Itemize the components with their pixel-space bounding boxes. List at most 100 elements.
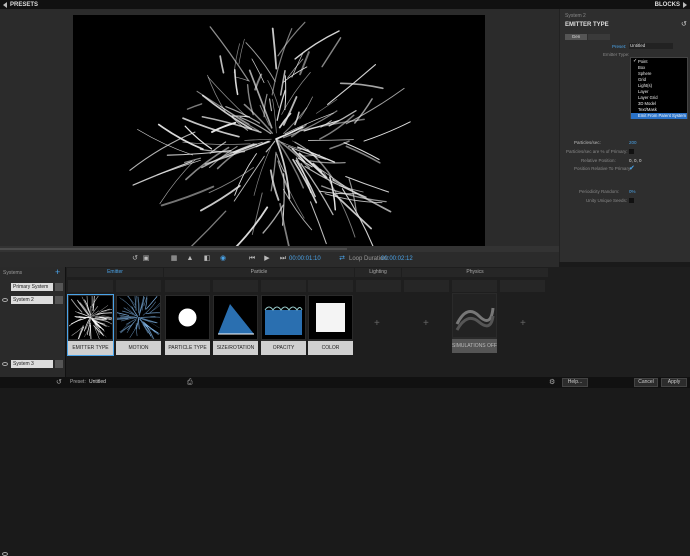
systems-panel: Systems + Primary System System 2 System… [0,267,66,377]
eye-icon[interactable]: ◉ [219,255,227,263]
particle-streak [283,189,311,229]
particle-streak [235,154,257,196]
preset-label: Preset: [70,377,86,388]
add-block-icon[interactable]: + [520,318,526,329]
add-block-icon[interactable]: + [374,318,380,329]
preset-name[interactable]: Untitled [89,377,106,388]
particle-streak [278,140,310,168]
column-lighting[interactable]: Lighting [355,268,401,277]
system-row-2-menu[interactable] [55,296,63,304]
column-emitter[interactable]: Emitter [67,268,163,277]
apply-button[interactable]: Apply [661,378,687,387]
block-slot[interactable] [213,280,258,292]
system-row-primary-menu[interactable] [55,283,63,291]
system-row-3[interactable]: System 3 [11,360,53,368]
add-block-icon[interactable]: + [423,318,429,329]
particle-streak [120,298,133,309]
block-slot[interactable] [165,280,210,292]
column-physics[interactable]: Physics [402,268,548,277]
particle-streak [333,180,391,212]
particle-streak [197,91,249,124]
column-particle[interactable]: Particle [164,268,354,277]
block-slot[interactable] [261,280,306,292]
emitter-type-option[interactable]: Layer [631,89,687,95]
skip-end-icon[interactable]: ⏭ [279,255,287,263]
particle-streak [308,140,353,141]
particle-streak [136,296,137,310]
emitter-type-option-label: Grid [638,77,646,82]
block-slot[interactable] [500,280,545,292]
emitter-type-option[interactable]: Layer Grid [631,95,687,101]
periodicity-value[interactable]: 0% [629,189,636,194]
emitter-type-option-label: Layer Grid [638,95,658,100]
emitter-type-option[interactable]: Point✓ [631,59,687,65]
preview-viewport[interactable] [73,15,485,247]
color-block[interactable]: COLOR [308,295,353,355]
particle-streak [185,158,201,162]
snapshot-icon[interactable]: ▣ [142,255,150,263]
system-row-2[interactable]: System 2 [11,296,53,304]
block-slot[interactable] [308,280,353,292]
emitter-type-option[interactable]: Sphere [631,71,687,77]
settings-gear-icon[interactable]: ⚙ [549,377,555,388]
position-relative-checkbox[interactable]: ✔ [629,164,635,172]
grid-icon[interactable]: ▦ [170,255,178,263]
block-slot[interactable] [404,280,449,292]
blocks-title[interactable]: BLOCKS [655,2,680,8]
visibility-eye-icon[interactable] [2,552,8,556]
particle-type-block[interactable]: PARTICLE TYPE [165,295,210,355]
emitter-type-option[interactable]: Text/Mask [631,107,687,113]
view-mode-icon[interactable]: ▲ [186,255,194,263]
visibility-eye-icon[interactable] [2,298,8,302]
reset-icon[interactable]: ↺ [131,255,139,263]
emitter-type-option[interactable]: Emit From Parent System [631,113,687,119]
particle-streak [273,29,277,69]
collapse-blocks-icon[interactable] [683,2,687,8]
emitter-type-dropdown[interactable]: Point✓BoxSphereGridLight(s)LayerLayer Gr… [630,57,688,119]
reset-block-icon[interactable]: ↺ [681,20,687,28]
size-rotation-block[interactable]: SIZE/ROTATION [213,295,258,355]
add-system-icon[interactable]: + [55,267,60,277]
loop-icon[interactable]: ⇄ [338,255,346,263]
checkmark-icon: ✓ [633,59,637,65]
simulations-block[interactable]: SIMULATIONS OFF [452,293,497,353]
per-primary-checkbox[interactable] [629,149,634,154]
tab-secondary[interactable] [588,34,610,40]
block-slot[interactable] [116,280,161,292]
emitter-type-option[interactable]: Box [631,65,687,71]
emitter-type-option[interactable]: Light(s) [631,83,687,89]
particle-streak [210,27,248,80]
skip-start-icon[interactable]: ⏮ [248,255,256,263]
motion-block[interactable]: MOTION [116,295,161,355]
system-row-3-menu[interactable] [55,360,63,368]
block-slot[interactable] [68,280,113,292]
system-row-primary[interactable]: Primary System [11,283,53,291]
relative-position-value[interactable]: 0, 0, 0 [629,158,642,163]
emitter-type-option[interactable]: Grid [631,77,687,83]
block-slot[interactable] [356,280,401,292]
collapse-presets-icon[interactable] [3,2,7,8]
loop-duration-value[interactable]: 00:00:02:12 [381,256,413,262]
save-preset-icon[interactable]: ⎙ [187,377,193,388]
cancel-button[interactable]: Cancel [634,378,658,387]
visibility-eye-icon[interactable] [2,362,8,366]
opacity-block[interactable]: OPACITY [261,295,306,355]
block-slot[interactable] [452,280,497,292]
undo-icon[interactable]: ↺ [56,377,62,388]
preset-field[interactable]: Untitled [629,43,673,49]
particle-streak [311,202,327,244]
unique-seeds-checkbox[interactable] [629,198,634,203]
tab-gen[interactable]: Gen [565,34,587,40]
particle-streak [295,31,339,59]
particle-streak [150,303,160,313]
play-icon[interactable]: ▶ [263,255,271,263]
particle-streak [280,114,291,128]
help-button[interactable]: Help... [562,378,588,387]
presets-title[interactable]: PRESETS [10,2,38,8]
particle-streak [322,38,341,67]
emitter-type-block[interactable]: EMITTER TYPE [68,295,113,355]
frame-icon[interactable]: ◧ [203,255,211,263]
particles-value[interactable]: 200 [629,140,637,145]
particle-streak [252,193,262,235]
emitter-type-option[interactable]: 3D Model [631,101,687,107]
